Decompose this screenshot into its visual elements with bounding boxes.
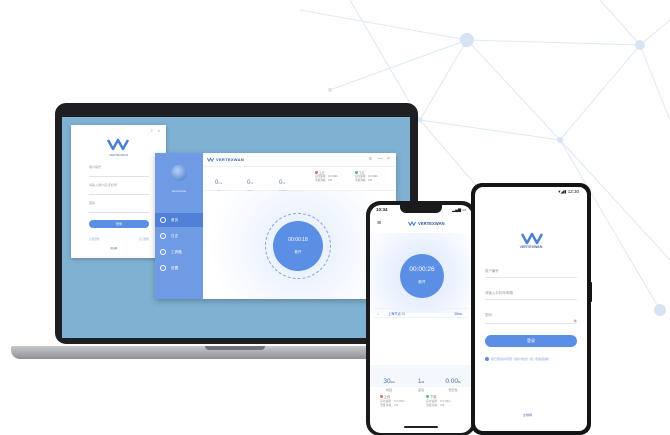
app-title: VERTEXWAN — [418, 221, 445, 226]
agreement-text[interactable]: 我已阅读并同意《用户协议》和《隐私政策》 — [491, 357, 551, 361]
status-bar: ▾◢▮ 12:30 — [558, 189, 579, 195]
android-phone: ▾◢▮ 12:30 VERTEXWAN 用户编号 请输入手机号/邮箱 密码 ◉ … — [471, 183, 591, 435]
app-header: VERTEXWAN ≡ — × — [203, 153, 396, 167]
footer-logo: 全球网 — [523, 413, 533, 417]
laptop-notch — [205, 346, 265, 350]
close-icon[interactable]: × — [387, 156, 390, 162]
stability-stat: 0.00% 稳定性 — [445, 378, 461, 392]
log-icon — [160, 233, 166, 239]
signal-battery-icon: ▂▄▆ ▭ — [452, 207, 466, 212]
connection-timer: 00:00:26 — [409, 266, 435, 273]
desktop-login-window: ? × VERTEXWAN 用户编号 请输入用户名/手机号 密码 登录 记住密码… — [71, 125, 166, 258]
remember-password-link[interactable]: 记住密码 — [89, 238, 99, 241]
download-info: 下载 实时速率：0.0 KB/s 流量消耗：0 B — [426, 395, 451, 407]
username-field[interactable] — [89, 187, 149, 195]
desktop-main-window: VertexUser 首页 日志 工具箱 设置 VERTEXWAN ≡ — × … — [155, 153, 396, 299]
connect-toggle-button[interactable]: 00:00:26 断开 — [400, 254, 444, 298]
sidebar-item-home[interactable]: 首页 — [155, 213, 203, 227]
upload-dot-icon — [315, 171, 318, 174]
phone-notch — [400, 205, 442, 213]
status-time: 12:30 — [567, 189, 579, 194]
user-id-field[interactable] — [89, 169, 149, 177]
sidebar-item-label: 首页 — [171, 218, 179, 222]
node-latency: 38ms — [454, 312, 462, 316]
status-time: 10:34 — [376, 207, 388, 212]
minimize-icon[interactable]: — — [378, 156, 383, 162]
home-icon — [160, 217, 166, 223]
connection-timer: 00:00:18 — [288, 237, 308, 243]
check-icon: ✓ — [377, 312, 380, 316]
hamburger-menu-icon[interactable]: ≡ — [377, 220, 381, 227]
download-info: 下行 实时速率：0.0 KB/s 流量消耗：0 B — [355, 171, 378, 182]
menu-icon[interactable]: ≡ — [369, 156, 372, 162]
phone-email-field[interactable] — [485, 299, 577, 300]
brand-logo-icon — [107, 138, 129, 151]
sidebar-item-label: 设置 — [171, 266, 179, 270]
ios-screen: 10:34 ▂▄▆ ▭ ≡ VERTEXWAN 00:00:26 断开 ✓ 上海… — [370, 205, 472, 433]
login-button[interactable]: 登录 — [485, 335, 577, 347]
settings-icon — [160, 265, 166, 271]
footer-logo: 全球网 — [110, 247, 118, 250]
sidebar-item-toolbox[interactable]: 工具箱 — [155, 245, 203, 259]
upload-info: 上传 实时速率：0.0 KB/s 流量消耗：0 B — [380, 395, 405, 407]
forgot-password-link[interactable]: 忘记密码 — [139, 237, 149, 241]
connect-toggle-button[interactable]: 00:00:18 断开 — [273, 221, 323, 271]
sidebar-item-label: 工具箱 — [171, 250, 182, 254]
field-label: 用户编号 — [485, 269, 499, 273]
android-screen: ▾◢▮ 12:30 VERTEXWAN 用户编号 请输入手机号/邮箱 密码 ◉ … — [475, 187, 587, 431]
download-dot-icon — [426, 395, 429, 398]
upload-dot-icon — [380, 395, 383, 398]
login-brand-name: VERTEXWAN — [519, 245, 543, 249]
sidebar: VertexUser 首页 日志 工具箱 设置 — [155, 153, 203, 299]
window-controls[interactable]: ? × — [150, 128, 162, 133]
disconnect-label: 断开 — [418, 280, 426, 284]
laptop-screen: ? × VERTEXWAN 用户编号 请输入用户名/手机号 密码 登录 记住密码… — [62, 117, 410, 338]
agreement-radio[interactable] — [485, 357, 489, 361]
login-button[interactable]: 登录 — [89, 220, 149, 228]
stats-bar: 30ms 时延 1% 丢包 0.00% 稳定性 — [370, 365, 472, 392]
password-field[interactable] — [485, 323, 577, 324]
app-title: VERTEXWAN — [216, 157, 245, 162]
field-label: 密码 — [485, 313, 492, 317]
phone-side-button — [589, 282, 592, 302]
toolbox-icon — [160, 249, 166, 255]
signal-battery-icon: ▾◢▮ — [558, 189, 568, 194]
latency-stat: 30ms 时延 — [383, 378, 395, 392]
home-indicator[interactable] — [404, 426, 438, 428]
marketing-scene: ? × VERTEXWAN 用户编号 请输入用户名/手机号 密码 登录 记住密码… — [0, 0, 670, 435]
sidebar-item-log[interactable]: 日志 — [155, 229, 203, 243]
node-name: 上海节点 01 — [388, 312, 406, 316]
brand-logo-icon — [207, 157, 214, 162]
connection-panel: 00:00:26 断开 — [370, 233, 472, 313]
user-id-field[interactable] — [485, 277, 577, 278]
brand-logo-icon — [408, 221, 416, 226]
user-name: VertexUser — [171, 189, 187, 193]
sidebar-item-label: 日志 — [171, 234, 179, 238]
login-footer-links: 记住密码 忘记密码 — [89, 237, 149, 241]
packet-loss-stat: 1% 丢包 — [417, 378, 425, 392]
node-selector[interactable]: ✓ 上海节点 01 38ms — [374, 308, 468, 318]
upload-info: 上行 实时速率：0.0 KB/s 流量消耗：0 B — [315, 171, 338, 182]
avatar[interactable] — [171, 165, 187, 181]
stats-bar: 0ms 时延 0% 丢包 0% 稳定性 上行 实时速率：0.0 KB/s 流量消… — [203, 167, 396, 194]
login-brand-name: VERTEXWAN — [109, 153, 128, 157]
disconnect-label: 断开 — [294, 250, 302, 254]
download-dot-icon — [355, 171, 358, 174]
ios-phone: 10:34 ▂▄▆ ▭ ≡ VERTEXWAN 00:00:26 断开 ✓ 上海… — [366, 201, 476, 435]
sidebar-item-settings[interactable]: 设置 — [155, 261, 203, 275]
field-label: 请输入手机号/邮箱 — [485, 291, 514, 295]
password-field[interactable] — [89, 205, 149, 213]
brand-logo-icon — [521, 232, 543, 245]
